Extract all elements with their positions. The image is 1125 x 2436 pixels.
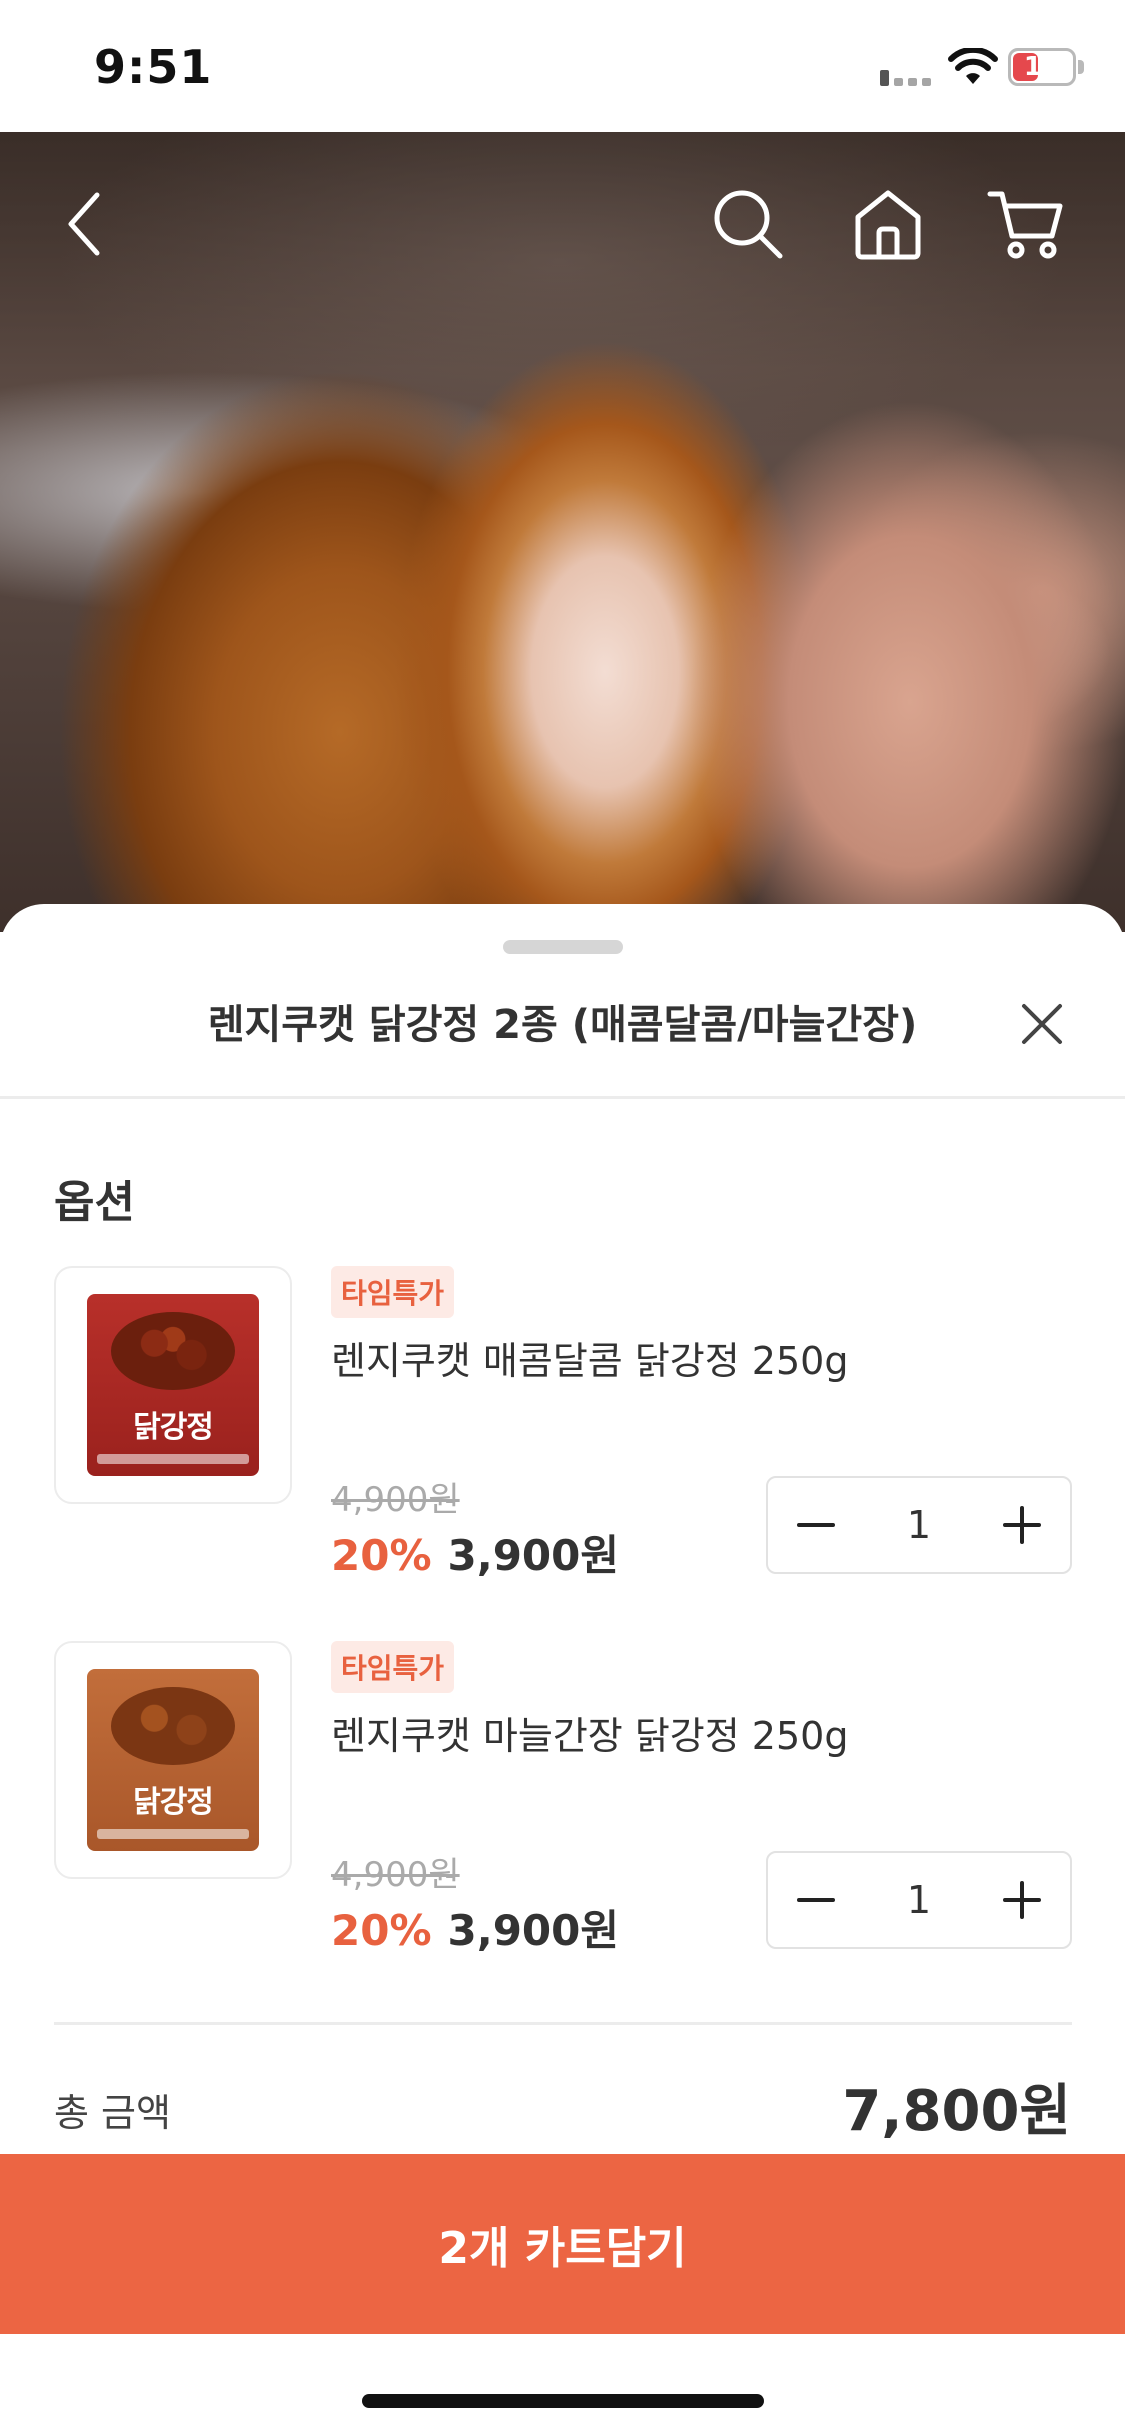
product-package-image: 닭강정	[87, 1294, 259, 1476]
plus-icon	[1003, 1881, 1041, 1919]
sheet-title: 렌지쿠캣 닭강정 2종 (매콤달콤/마늘간장)	[207, 1002, 918, 1048]
plus-icon	[1003, 1506, 1041, 1544]
time-sale-badge: 타임특가	[331, 1266, 455, 1318]
battery-level: 11	[1023, 52, 1061, 82]
status-time: 9:51	[94, 40, 213, 94]
search-icon	[714, 190, 783, 259]
home-indicator	[362, 2394, 764, 2408]
options-section-title: 옵션	[54, 1177, 135, 1228]
minus-icon	[797, 1898, 835, 1902]
sale-price: 3,900원	[447, 1906, 620, 1955]
total-divider	[54, 2022, 1072, 2025]
battery-cap	[1078, 60, 1084, 74]
close-button[interactable]	[1010, 992, 1074, 1056]
product-package-image: 닭강정	[87, 1669, 259, 1851]
sheet-divider	[0, 1096, 1125, 1099]
total-label: 총 금액	[54, 2091, 171, 2135]
original-price: 4,900원	[331, 1855, 460, 1895]
discount-rate: 20%	[331, 1531, 432, 1580]
time-sale-badge: 타임특가	[331, 1641, 455, 1693]
package-label: 닭강정	[133, 1785, 214, 1820]
wifi-icon	[948, 48, 998, 84]
quantity-stepper: 1	[766, 1851, 1072, 1949]
option-item: 닭강정 타임특가 렌지쿠캣 매콤달콤 닭강정 250g 4,900원 20% 3,…	[54, 1266, 1074, 1580]
increase-button[interactable]	[974, 1853, 1070, 1947]
signal-icon	[880, 66, 936, 86]
minus-icon	[797, 1523, 835, 1527]
quantity-value[interactable]: 1	[864, 1853, 974, 1947]
home-button[interactable]	[848, 184, 928, 264]
quantity-value[interactable]: 1	[864, 1478, 974, 1572]
decrease-button[interactable]	[768, 1853, 864, 1947]
decrease-button[interactable]	[768, 1478, 864, 1572]
add-to-cart-button[interactable]: 2개 카트담기	[0, 2154, 1125, 2334]
price-row: 20% 3,900원	[331, 1897, 619, 1958]
close-icon	[1022, 1004, 1062, 1044]
cart-button[interactable]	[986, 184, 1066, 264]
option-name: 렌지쿠캣 마늘간장 닭강정 250g	[331, 1714, 849, 1758]
option-name: 렌지쿠캣 매콤달콤 닭강정 250g	[331, 1339, 849, 1383]
sheet-grabber[interactable]	[503, 940, 623, 954]
option-bottom-sheet: 렌지쿠캣 닭강정 2종 (매콤달콤/마늘간장) 옵션 닭강정 타임특가 렌지쿠캣…	[0, 904, 1125, 2436]
status-bar: 9:51 11	[0, 0, 1125, 132]
price-row: 20% 3,900원	[331, 1522, 619, 1583]
search-button[interactable]	[708, 184, 788, 264]
option-item: 닭강정 타임특가 렌지쿠캣 마늘간장 닭강정 250g 4,900원 20% 3,…	[54, 1641, 1074, 1955]
discount-rate: 20%	[331, 1906, 432, 1955]
chevron-left-icon	[68, 192, 100, 256]
increase-button[interactable]	[974, 1478, 1070, 1572]
battery-icon: 11	[1008, 48, 1076, 86]
package-label: 닭강정	[133, 1410, 214, 1445]
original-price: 4,900원	[331, 1480, 460, 1520]
quantity-stepper: 1	[766, 1476, 1072, 1574]
product-hero-image	[0, 132, 1125, 932]
hero-overlay	[0, 132, 1125, 932]
back-button[interactable]	[44, 184, 124, 264]
product-thumbnail[interactable]: 닭강정	[54, 1641, 292, 1879]
product-thumbnail[interactable]: 닭강정	[54, 1266, 292, 1504]
home-icon	[855, 190, 921, 260]
cart-icon	[987, 191, 1063, 259]
sale-price: 3,900원	[447, 1531, 620, 1580]
total-amount: 7,800원	[842, 2079, 1071, 2144]
